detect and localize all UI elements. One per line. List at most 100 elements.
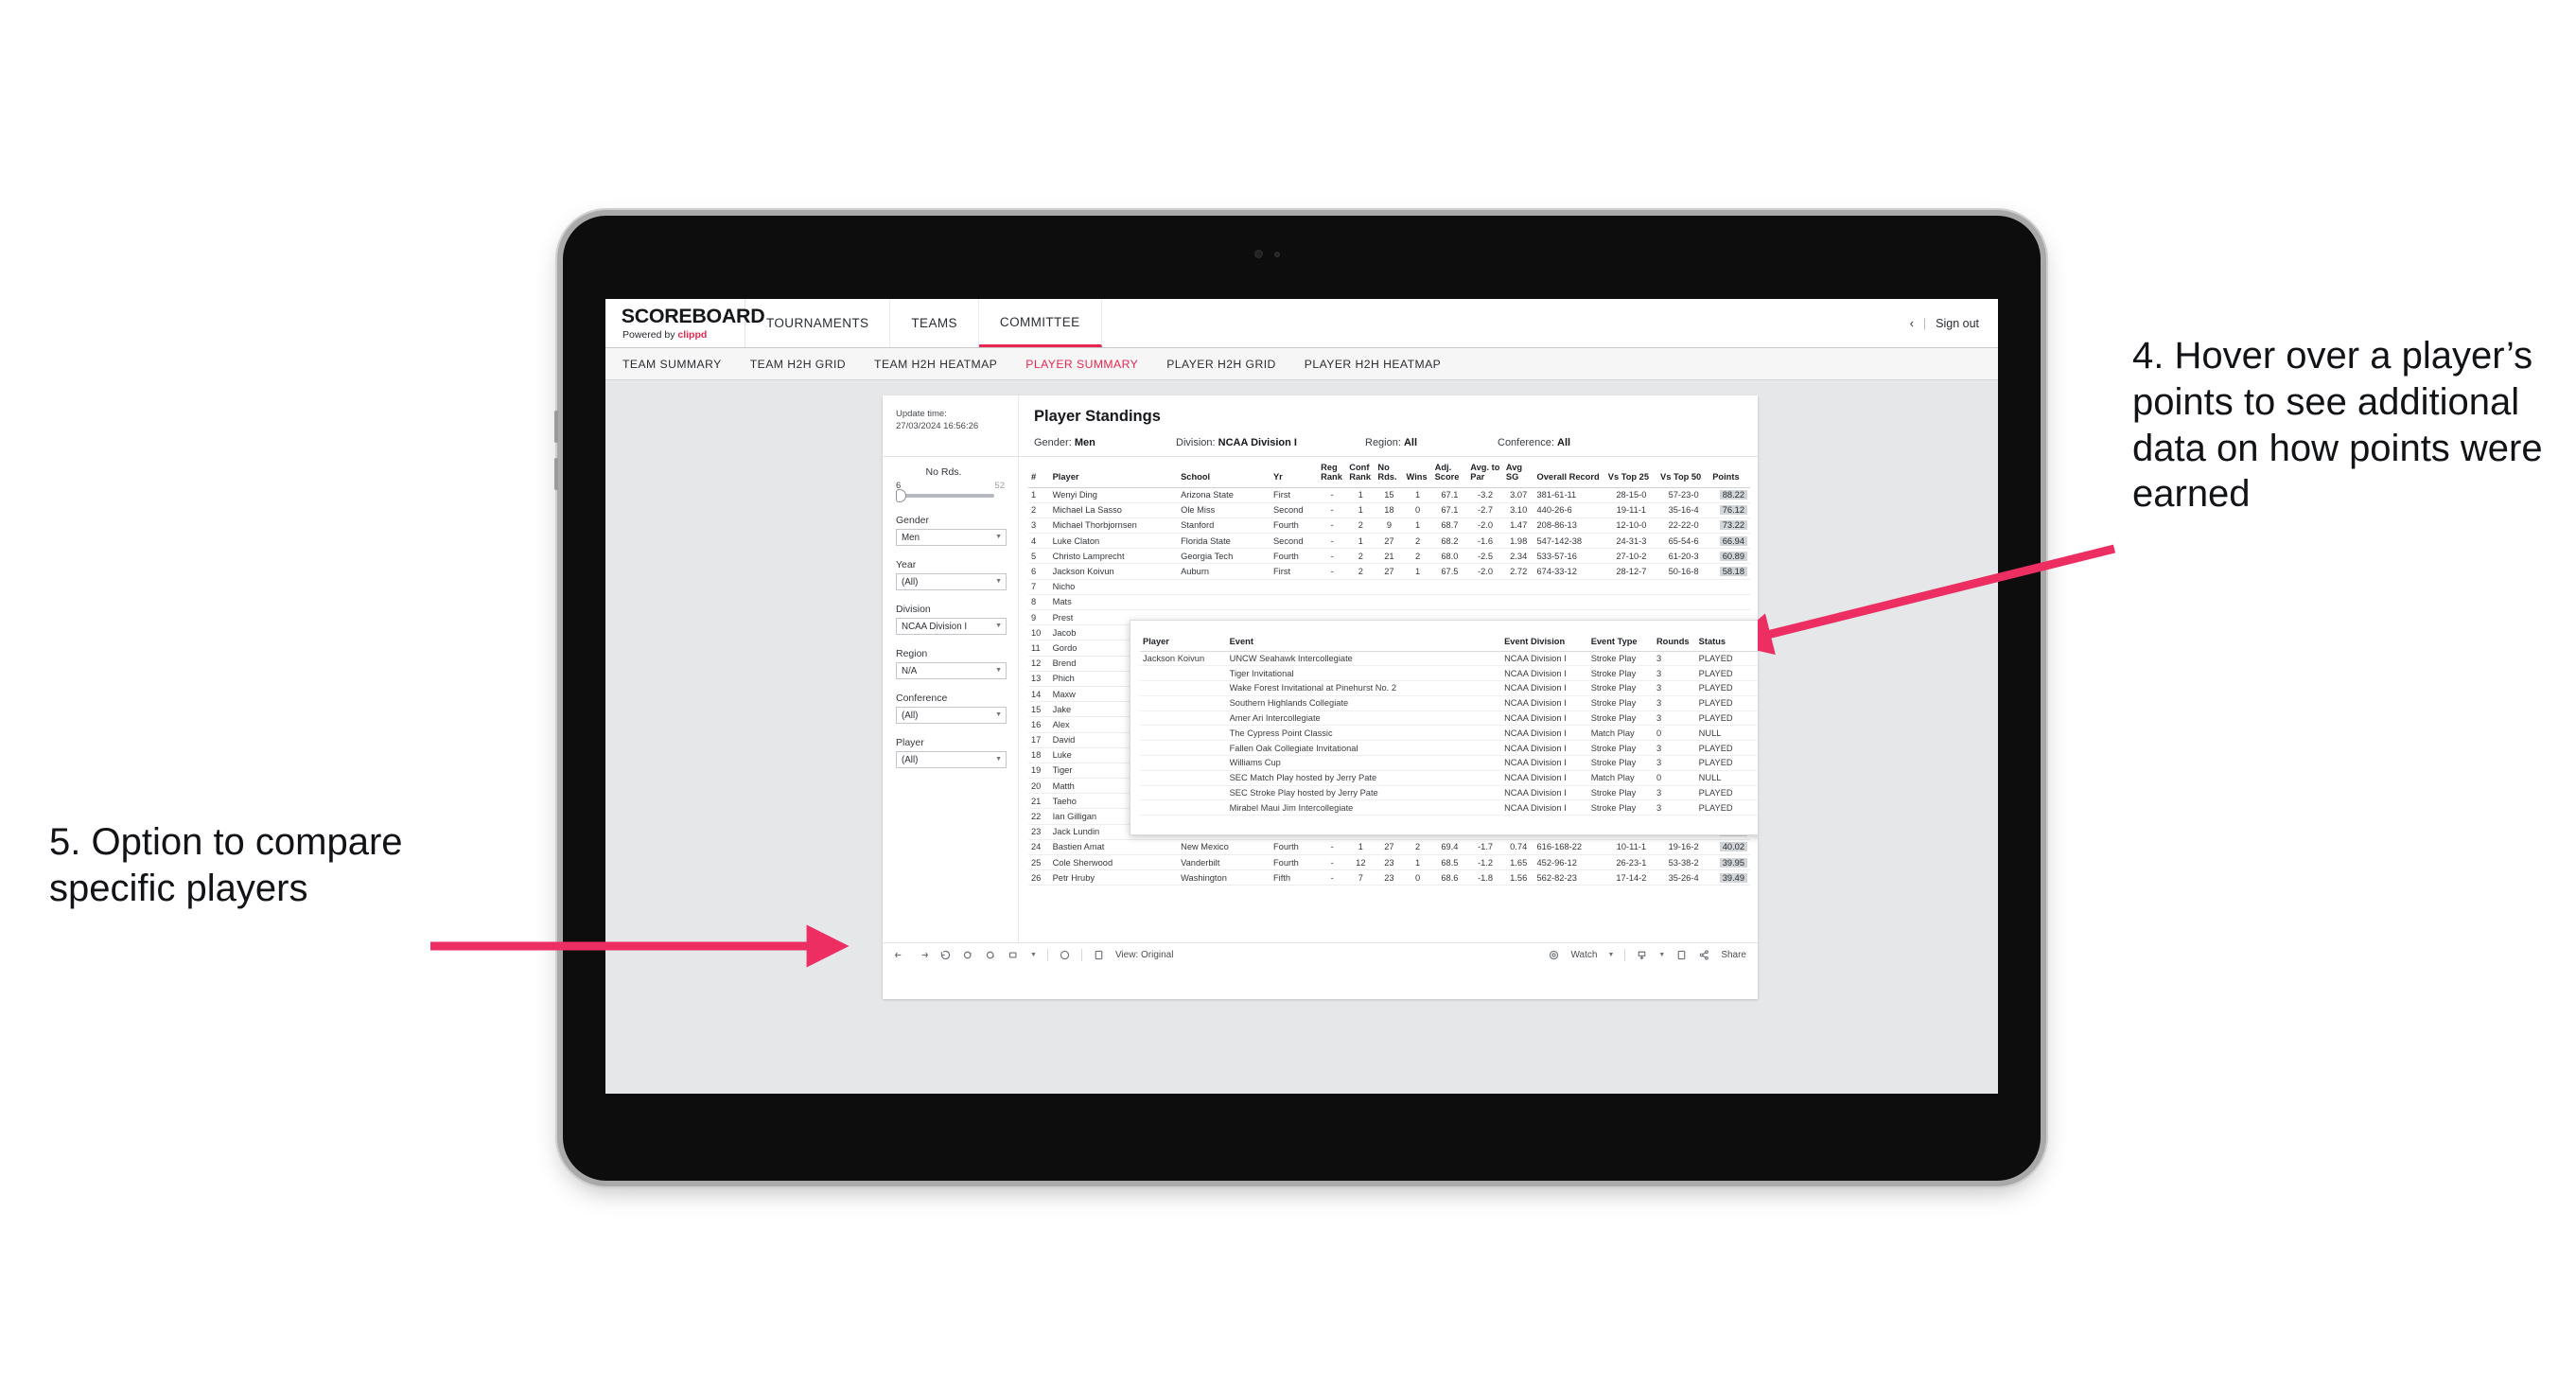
tip-cell-player xyxy=(1140,711,1227,727)
tooltip-row: Williams Cup NCAA Division I Stroke Play 3 P… xyxy=(1140,755,1758,771)
tip-cell-event: Amer Ari Intercollegiate xyxy=(1226,711,1502,727)
tip-cell-player xyxy=(1140,680,1227,696)
tip-cell-rounds: 3 xyxy=(1653,711,1696,727)
tip-cell-rank-impact: + 0 xyxy=(1757,665,1758,682)
tip-cell-type: Stroke Play xyxy=(1587,651,1654,667)
tip-col-event: Event xyxy=(1226,626,1502,652)
tip-cell-event: Tiger Invitational xyxy=(1226,665,1502,682)
tip-cell-rank-impact: + 1 xyxy=(1757,695,1758,711)
tip-cell-rounds: 3 xyxy=(1653,755,1696,771)
tip-cell-event: Fallen Oak Collegiate Invitational xyxy=(1226,740,1502,756)
tip-cell-status: PLAYED xyxy=(1695,695,1758,711)
tip-cell-player xyxy=(1140,695,1227,711)
tip-cell-event: Mirabel Maui Jim Intercollegiate xyxy=(1226,799,1502,816)
tip-cell-rank-impact: + 1 xyxy=(1757,740,1758,756)
tooltip-row: Wake Forest Invitational at Pinehurst No… xyxy=(1140,680,1758,696)
tip-cell-rank-impact: + 1 xyxy=(1757,770,1758,786)
tip-cell-type: Stroke Play xyxy=(1587,665,1654,682)
tip-cell-type: Match Play xyxy=(1587,725,1654,742)
tip-cell-rank-impact: - 1 xyxy=(1757,755,1758,771)
tip-cell-player xyxy=(1140,755,1227,771)
tip-cell-status: PLAYED xyxy=(1695,755,1758,771)
points-breakdown-tooltip: Player Event Event Division Event Type R… xyxy=(1130,620,1758,835)
tip-cell-event: The Cypress Point Classic xyxy=(1226,725,1502,742)
tip-cell-rounds: 3 xyxy=(1653,799,1696,816)
tip-cell-type: Stroke Play xyxy=(1587,755,1654,771)
tip-cell-player: Jackson Koivun xyxy=(1140,651,1227,667)
tip-cell-division: NCAA Division I xyxy=(1501,680,1588,696)
tip-cell-event: Wake Forest Invitational at Pinehurst No… xyxy=(1226,680,1502,696)
tip-cell-division: NCAA Division I xyxy=(1501,665,1588,682)
tooltip-row: Mirabel Maui Jim Intercollegiate NCAA Div… xyxy=(1140,799,1758,816)
tip-cell-type: Stroke Play xyxy=(1587,740,1654,756)
tooltip-table-body: Jackson Koivun UNCW Seahawk Intercollegia… xyxy=(1140,651,1758,816)
tip-cell-rank-impact: + 1 xyxy=(1757,651,1758,667)
tooltip-table: Player Event Event Division Event Type R… xyxy=(1140,626,1758,816)
tip-cell-division: NCAA Division I xyxy=(1501,740,1588,756)
tip-cell-rounds: 3 xyxy=(1653,651,1696,667)
tooltip-row: The Cypress Point Classic NCAA Division I… xyxy=(1140,725,1758,742)
tip-col-event-division: Event Division xyxy=(1501,626,1588,652)
tip-cell-division: NCAA Division I xyxy=(1501,725,1588,742)
tooltip-row: SEC Match Play hosted by Jerry Pate NCAA … xyxy=(1140,770,1758,786)
tip-cell-status: PLAYED xyxy=(1695,785,1758,801)
tooltip-row: Tiger Invitational NCAA Division I Stroke … xyxy=(1140,665,1758,682)
tip-cell-status: PLAYED xyxy=(1695,740,1758,756)
tip-cell-event: SEC Match Play hosted by Jerry Pate xyxy=(1226,770,1502,786)
tip-cell-event: Southern Highlands Collegiate xyxy=(1226,695,1502,711)
tip-cell-type: Match Play xyxy=(1587,770,1654,786)
tip-cell-rounds: 3 xyxy=(1653,665,1696,682)
tip-cell-rounds: 0 xyxy=(1653,725,1696,742)
tip-cell-player xyxy=(1140,740,1227,756)
tip-cell-rounds: 3 xyxy=(1653,740,1696,756)
tooltip-row: Fallen Oak Collegiate Invitational NCAA D… xyxy=(1140,740,1758,756)
tip-cell-rounds: 3 xyxy=(1653,680,1696,696)
tip-col-rank-impact: Rank Impact xyxy=(1757,626,1758,652)
tip-cell-division: NCAA Division I xyxy=(1501,651,1588,667)
tip-col-event-type: Event Type xyxy=(1587,626,1654,652)
tip-cell-division: NCAA Division I xyxy=(1501,799,1588,816)
tip-cell-rounds: 3 xyxy=(1653,785,1696,801)
tip-cell-division: NCAA Division I xyxy=(1501,785,1588,801)
tip-cell-rank-impact: + 0 xyxy=(1757,785,1758,801)
tip-cell-rank-impact: + 0 xyxy=(1757,680,1758,696)
arrow-to-points-column xyxy=(1728,544,2116,656)
tip-cell-event: UNCW Seahawk Intercollegiate xyxy=(1226,651,1502,667)
tip-cell-rounds: 3 xyxy=(1653,695,1696,711)
tip-cell-player xyxy=(1140,665,1227,682)
tip-cell-rank-impact: + 0 xyxy=(1757,711,1758,727)
tooltip-row: SEC Stroke Play hosted by Jerry Pate NCAA… xyxy=(1140,785,1758,801)
tip-cell-status: PLAYED xyxy=(1695,680,1758,696)
tip-cell-type: Stroke Play xyxy=(1587,711,1654,727)
tooltip-row: Southern Highlands Collegiate NCAA Divisi… xyxy=(1140,695,1758,711)
tip-cell-status: PLAYED xyxy=(1695,711,1758,727)
tip-cell-rounds: 0 xyxy=(1653,770,1696,786)
tip-cell-division: NCAA Division I xyxy=(1501,755,1588,771)
tip-cell-rank-impact: + 1 xyxy=(1757,725,1758,742)
tip-cell-player xyxy=(1140,785,1227,801)
tip-cell-event: SEC Stroke Play hosted by Jerry Pate xyxy=(1226,785,1502,801)
tip-cell-status: PLAYED xyxy=(1695,651,1758,667)
slide-canvas: SCOREBOARD Powered by clippd TOURNAMENTS… xyxy=(0,0,2576,1386)
tip-col-rounds: Rounds xyxy=(1653,626,1696,652)
tip-cell-event: Williams Cup xyxy=(1226,755,1502,771)
tooltip-row: Amer Ari Intercollegiate NCAA Division IS… xyxy=(1140,711,1758,727)
tooltip-header-row: Player Event Event Division Event Type R… xyxy=(1140,626,1758,652)
tip-cell-type: Stroke Play xyxy=(1587,785,1654,801)
tip-col-player: Player xyxy=(1140,626,1227,652)
tip-cell-status: PLAYED xyxy=(1695,665,1758,682)
tip-cell-rank-impact: + 1 xyxy=(1757,799,1758,816)
tip-cell-division: NCAA Division I xyxy=(1501,770,1588,786)
tip-cell-type: Stroke Play xyxy=(1587,799,1654,816)
tip-cell-status: PLAYED xyxy=(1695,799,1758,816)
tip-cell-player xyxy=(1140,770,1227,786)
tooltip-row: Jackson Koivun UNCW Seahawk Intercollegia… xyxy=(1140,651,1758,667)
tip-cell-type: Stroke Play xyxy=(1587,680,1654,696)
tip-cell-player xyxy=(1140,725,1227,742)
tip-cell-type: Stroke Play xyxy=(1587,695,1654,711)
tip-cell-player xyxy=(1140,799,1227,816)
tip-cell-division: NCAA Division I xyxy=(1501,695,1588,711)
tip-cell-status: NULL xyxy=(1695,770,1758,786)
tip-cell-division: NCAA Division I xyxy=(1501,711,1588,727)
tip-col-status: Status xyxy=(1695,626,1758,652)
